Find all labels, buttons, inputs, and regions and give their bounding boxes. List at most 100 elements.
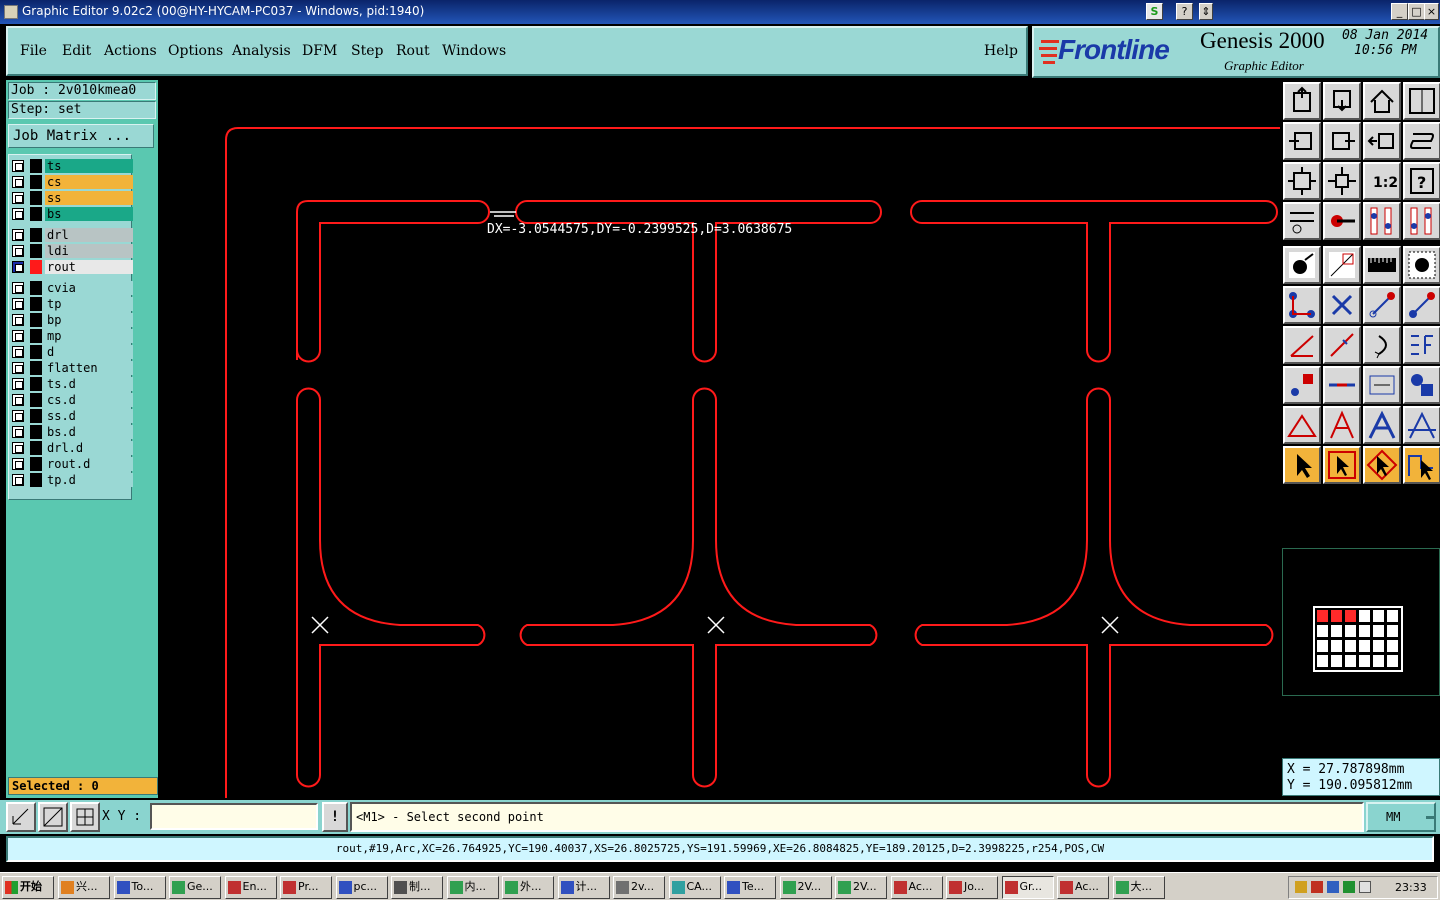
- layer-row-rout-d[interactable]: rout.d: [12, 456, 133, 471]
- layer-row-drl[interactable]: drl: [12, 227, 133, 242]
- delete-point-icon[interactable]: [1323, 286, 1361, 324]
- angle-icon[interactable]: [1283, 406, 1321, 444]
- edit-line-icon[interactable]: [1323, 326, 1361, 364]
- info-icon[interactable]: ?: [1403, 162, 1440, 200]
- menu-file[interactable]: File: [20, 43, 47, 59]
- layer-name[interactable]: drl: [45, 228, 133, 242]
- layer-row-cs-d[interactable]: cs.d: [12, 392, 133, 407]
- layer-row-ts[interactable]: ts: [12, 158, 133, 173]
- start-button[interactable]: 开始: [2, 876, 54, 899]
- menu-options[interactable]: Options: [168, 43, 223, 59]
- layer-name[interactable]: tp.d: [45, 473, 133, 487]
- panel-view-icon[interactable]: [1403, 82, 1440, 120]
- ruler-icon[interactable]: [1363, 246, 1401, 284]
- layer-name[interactable]: rout.d: [45, 457, 133, 471]
- menu-analysis[interactable]: Analysis: [232, 43, 291, 59]
- layer-row-flatten[interactable]: flatten: [12, 360, 133, 375]
- layer-checkbox[interactable]: [12, 458, 24, 470]
- layer-name[interactable]: ts: [45, 159, 133, 173]
- copy-icon[interactable]: [1403, 366, 1440, 404]
- snap-icon[interactable]: [6, 802, 36, 832]
- taskbar-button[interactable]: 2v...: [613, 876, 665, 899]
- add-pad-icon[interactable]: [1283, 246, 1321, 284]
- taskbar-button[interactable]: Ac...: [1057, 876, 1109, 899]
- save-icon[interactable]: [1323, 82, 1361, 120]
- tray-icon-1[interactable]: [1295, 881, 1307, 893]
- layer-name[interactable]: ss: [45, 191, 133, 205]
- taskbar-button[interactable]: pc...: [335, 876, 388, 899]
- tray-icon-4[interactable]: [1343, 881, 1355, 893]
- scroll-arrows-icon[interactable]: ⇕: [1199, 3, 1213, 20]
- layer-row-ss-d[interactable]: ss.d: [12, 408, 133, 423]
- taskbar-button[interactable]: Pr...: [280, 876, 332, 899]
- menu-step[interactable]: Step: [351, 43, 383, 59]
- job-matrix-button[interactable]: Job Matrix ...: [8, 124, 154, 148]
- taskbar-button[interactable]: Ac...: [890, 876, 943, 899]
- layer-checkbox[interactable]: [12, 229, 24, 241]
- layer-name[interactable]: ss.d: [45, 409, 133, 423]
- draw-line-icon[interactable]: [1283, 326, 1321, 364]
- select-net-icon[interactable]: [1403, 446, 1440, 484]
- text-a-icon[interactable]: [1323, 406, 1361, 444]
- layer-name[interactable]: tp: [45, 297, 133, 311]
- taskbar-button[interactable]: Gr...: [1001, 876, 1054, 899]
- taskbar-button[interactable]: 计...: [557, 876, 610, 899]
- graphic-canvas[interactable]: DX=-3.0544575,DY=-0.2399525,D=3.0638675: [160, 80, 1280, 798]
- layer-row-mp[interactable]: mp: [12, 328, 133, 343]
- layer-name[interactable]: ldi: [45, 244, 133, 258]
- home-icon[interactable]: [1363, 82, 1401, 120]
- layer-checkbox[interactable]: [12, 160, 24, 172]
- feature-filter-icon[interactable]: [1283, 202, 1321, 240]
- measure-icon[interactable]: [1323, 202, 1361, 240]
- tray-icon-2[interactable]: [1311, 881, 1323, 893]
- layer-checkbox[interactable]: [12, 410, 24, 422]
- tray-icon-3[interactable]: [1327, 881, 1339, 893]
- taskbar-button[interactable]: 内...: [446, 876, 499, 899]
- taskbar-button[interactable]: 制...: [391, 876, 443, 899]
- layer-row-bs[interactable]: bs: [12, 206, 133, 221]
- taskbar-button[interactable]: Ge...: [169, 876, 221, 899]
- layer-checkbox[interactable]: [12, 442, 24, 454]
- layer-checkbox[interactable]: [12, 314, 24, 326]
- close-button[interactable]: ×: [1424, 3, 1439, 20]
- maximize-button[interactable]: □: [1408, 3, 1425, 20]
- open-step-icon[interactable]: [1283, 82, 1321, 120]
- arc-icon[interactable]: [1363, 326, 1401, 364]
- layer-row-bp[interactable]: bp: [12, 312, 133, 327]
- zoom-home-icon[interactable]: [1363, 122, 1401, 160]
- layer-checkbox[interactable]: [12, 330, 24, 342]
- taskbar-button[interactable]: Jo...: [946, 876, 998, 899]
- menu-dfm[interactable]: DFM: [302, 43, 337, 59]
- text-a3-icon[interactable]: [1403, 406, 1440, 444]
- layer-row-cs[interactable]: cs: [12, 174, 133, 189]
- layer-name[interactable]: bs.d: [45, 425, 133, 439]
- layer-name[interactable]: bs: [45, 207, 133, 221]
- layer-name[interactable]: drl.d: [45, 441, 133, 455]
- layer-name[interactable]: rout: [45, 260, 133, 274]
- zoom-next-icon[interactable]: [1323, 122, 1361, 160]
- menu-help[interactable]: Help: [984, 43, 1018, 59]
- taskbar-button[interactable]: CA...: [668, 876, 721, 899]
- add-point-icon[interactable]: [1403, 286, 1440, 324]
- xy-input[interactable]: [150, 803, 318, 830]
- units-selector[interactable]: MM: [1366, 802, 1436, 832]
- add-shape-icon[interactable]: [1323, 246, 1361, 284]
- menu-edit[interactable]: Edit: [62, 43, 91, 59]
- layer-name[interactable]: mp: [45, 329, 133, 343]
- taskbar-button[interactable]: Te...: [724, 876, 776, 899]
- connect-icon[interactable]: [1283, 286, 1321, 324]
- layer-name[interactable]: d: [45, 345, 133, 359]
- taskbar-button[interactable]: 大...: [1112, 876, 1165, 899]
- layer-row-ts-d[interactable]: ts.d: [12, 376, 133, 391]
- layer-checkbox[interactable]: [12, 474, 24, 486]
- taskbar-button[interactable]: 兴...: [58, 876, 110, 899]
- layer-row-tp[interactable]: tp: [12, 296, 133, 311]
- taskbar-button[interactable]: En...: [224, 876, 277, 899]
- layer-row-tp-d[interactable]: tp.d: [12, 472, 133, 487]
- layer-name[interactable]: cvia: [45, 281, 133, 295]
- layer-name[interactable]: cs: [45, 175, 133, 189]
- zoom-prev-icon[interactable]: [1283, 122, 1321, 160]
- layer-checkbox[interactable]: [12, 282, 24, 294]
- tray-icon-5[interactable]: [1359, 881, 1371, 893]
- taskbar-button[interactable]: To...: [113, 876, 166, 899]
